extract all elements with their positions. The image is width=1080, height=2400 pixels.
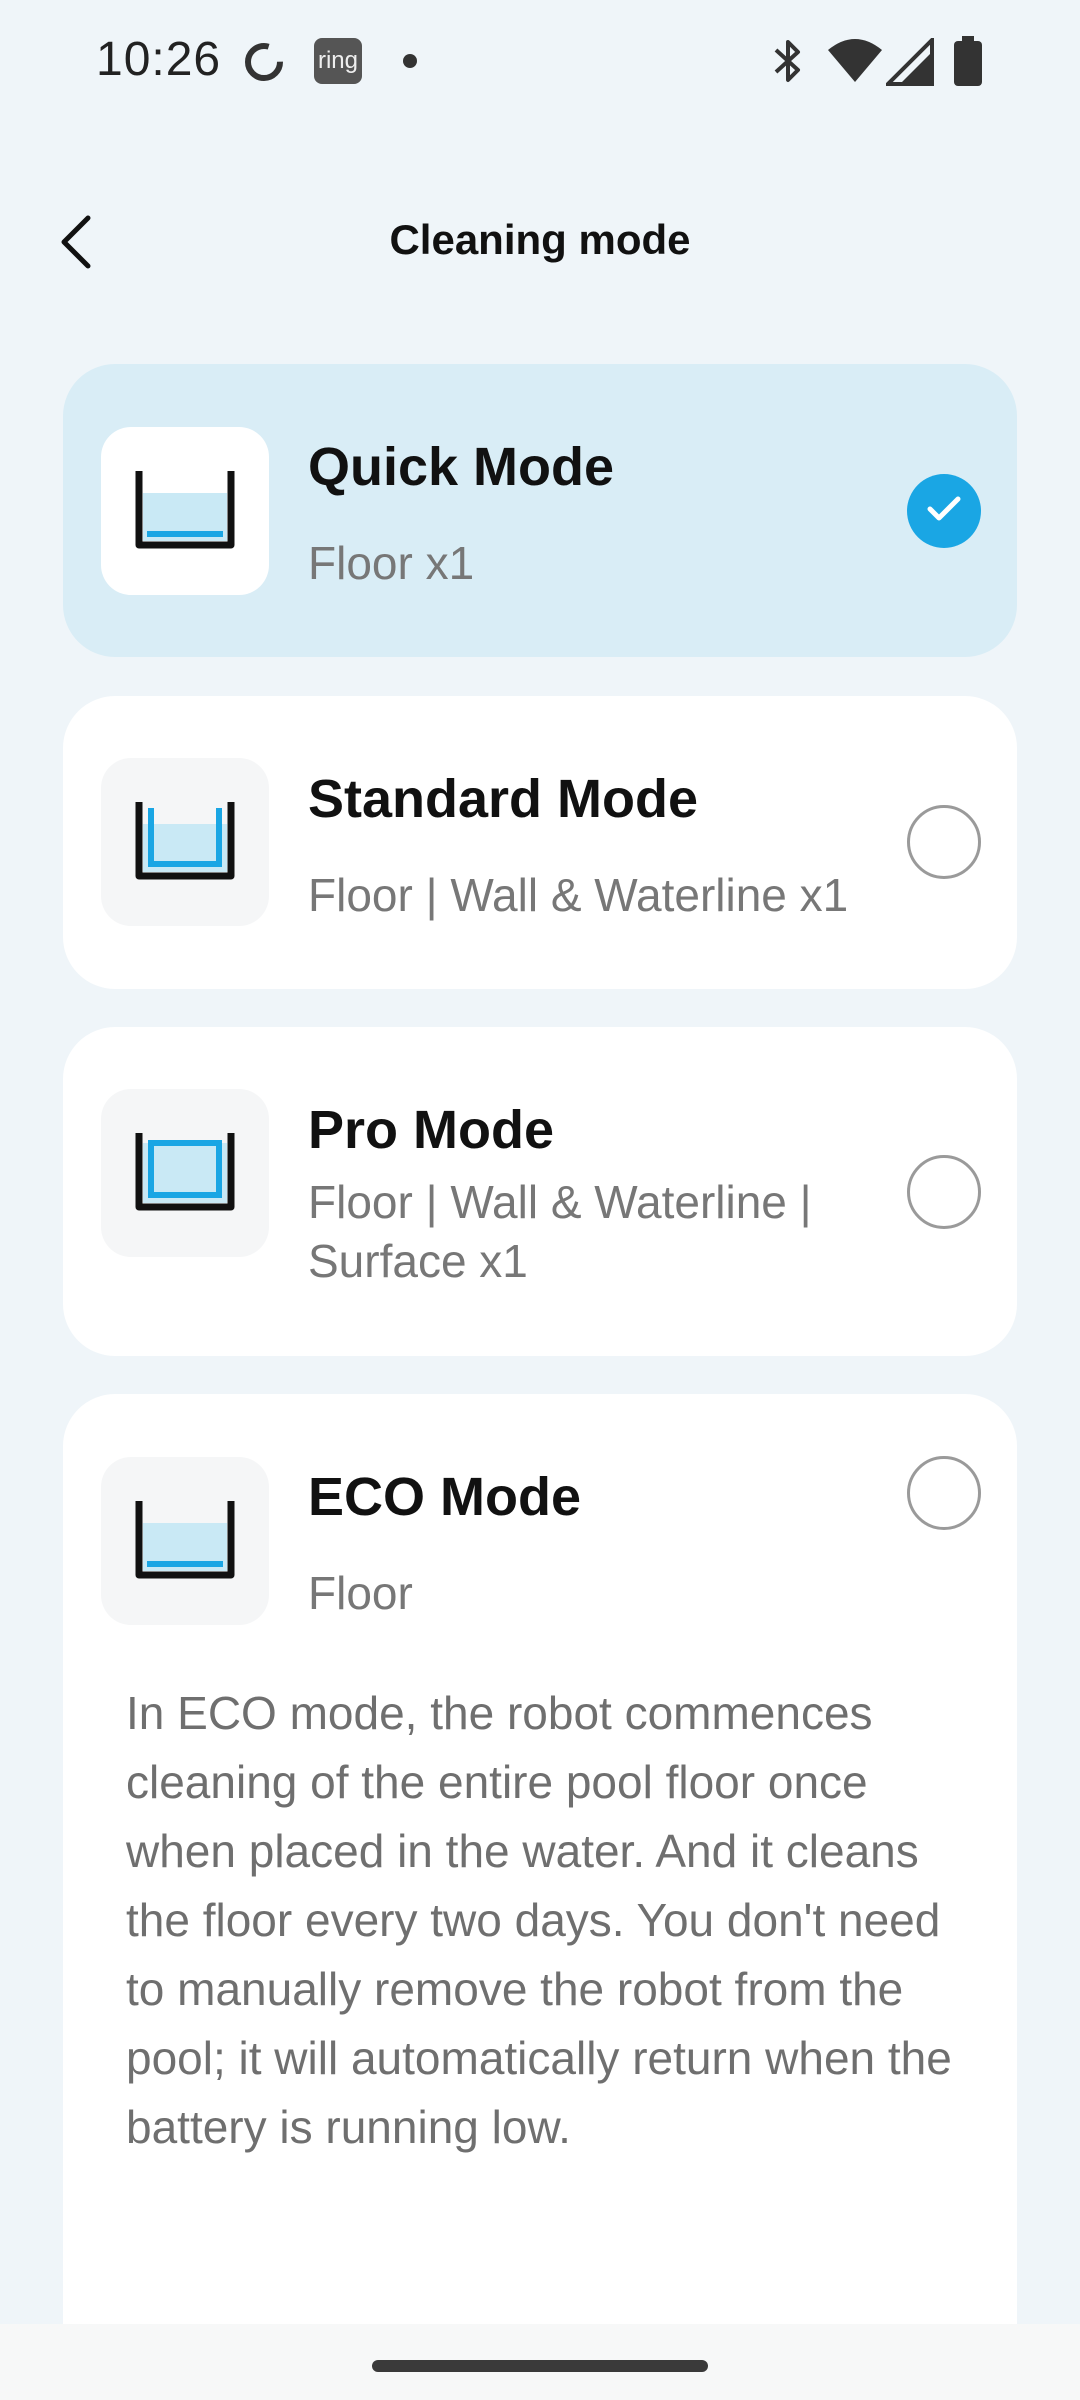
page-title: Cleaning mode <box>389 216 691 263</box>
mode-subtitle-line2: Surface x1 <box>308 1235 528 1287</box>
pool-floor-wall-icon <box>133 798 237 887</box>
pool-full-icon <box>133 1129 237 1218</box>
mode-radio[interactable] <box>907 1155 981 1229</box>
mode-card-eco[interactable]: ECO Mode Floor In ECO mode, the robot co… <box>63 1394 1017 2394</box>
mode-icon-box <box>101 427 269 595</box>
mode-subtitle: Floor x1 <box>308 537 475 589</box>
mode-title: ECO Mode <box>308 1467 582 1527</box>
mode-subtitle: Floor <box>308 1567 413 1619</box>
mode-icon-box <box>101 1089 269 1257</box>
status-bar: 10:26 ring <box>0 0 1080 120</box>
mode-card-standard[interactable]: Standard Mode Floor | Wall & Waterline x… <box>63 696 1017 989</box>
mode-card-pro[interactable]: Pro Mode Floor | Wall & Waterline | Surf… <box>63 1027 1017 1356</box>
mode-subtitle: Floor | Wall & Waterline x1 <box>308 869 849 921</box>
pool-floor-icon <box>133 467 237 556</box>
check-icon <box>924 493 964 530</box>
signal-icon <box>883 35 934 91</box>
mode-subtitle-line1: Floor | Wall & Waterline | <box>308 1176 812 1228</box>
status-time: 10:26 <box>96 33 222 86</box>
dot-icon <box>403 54 417 68</box>
mode-title: Standard Mode <box>308 769 699 829</box>
pool-floor-icon <box>133 1497 237 1586</box>
mode-radio[interactable] <box>907 805 981 879</box>
bluetooth-icon <box>770 38 806 89</box>
header: Cleaning mode <box>0 180 1080 300</box>
home-indicator[interactable] <box>372 2360 708 2372</box>
wifi-icon <box>826 36 884 91</box>
mode-title: Quick Mode <box>308 437 615 497</box>
battery-icon <box>952 36 984 93</box>
mode-description: In ECO mode, the robot commences cleanin… <box>126 1687 952 2153</box>
mode-radio-selected[interactable] <box>907 474 981 548</box>
mode-card-quick[interactable]: Quick Mode Floor x1 <box>63 364 1017 657</box>
mode-icon-box <box>101 758 269 926</box>
nav-bar <box>0 2324 1080 2400</box>
mode-icon-box <box>101 1457 269 1625</box>
ring-app-label: ring <box>317 47 359 74</box>
mode-title: Pro Mode <box>308 1100 555 1160</box>
mode-radio[interactable] <box>907 1456 981 1530</box>
circle-notification-icon <box>242 40 286 89</box>
ring-app-icon: ring <box>314 38 362 84</box>
